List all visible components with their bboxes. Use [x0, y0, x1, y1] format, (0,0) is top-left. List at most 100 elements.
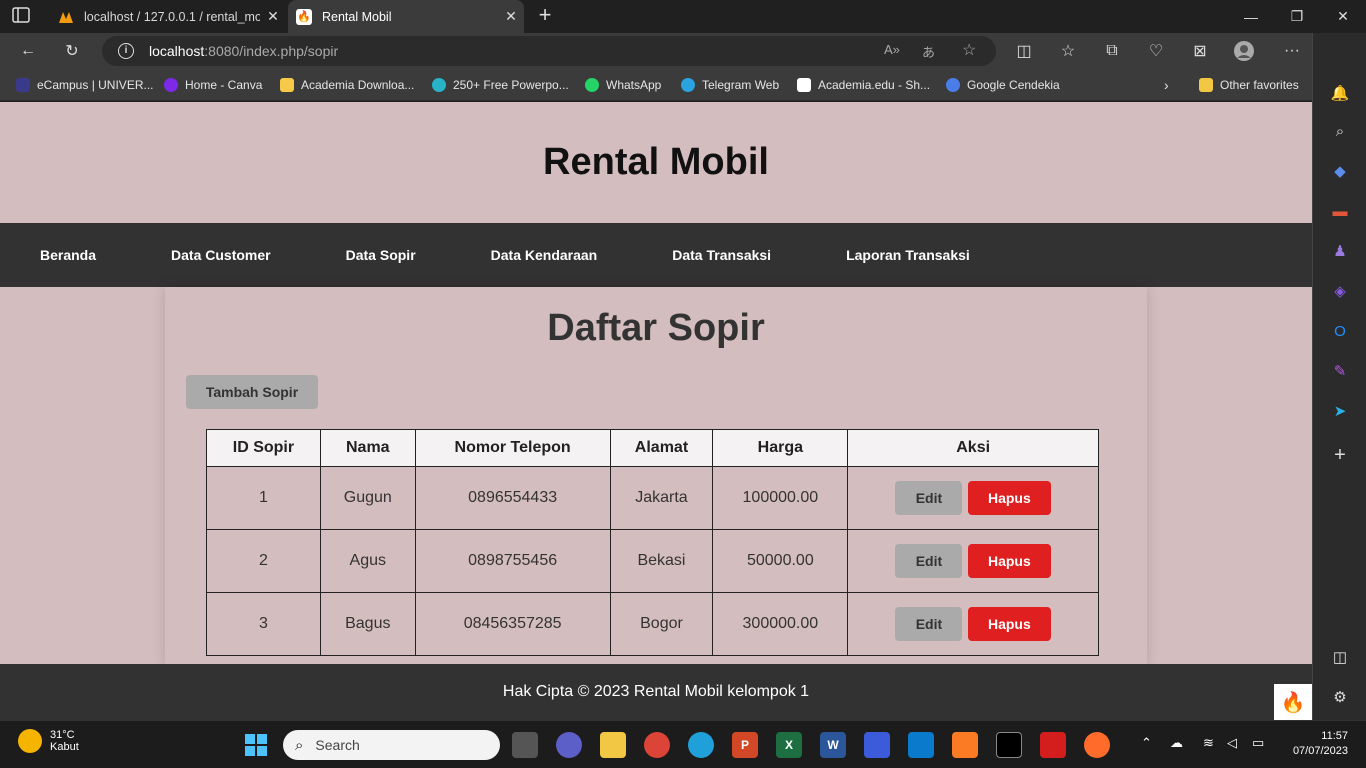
games-icon[interactable]: ♟ — [1330, 241, 1350, 261]
folder-icon — [1199, 78, 1213, 92]
nav-beranda[interactable]: Beranda — [40, 247, 96, 263]
bookmark-item[interactable]: Google Cendekia — [946, 76, 1060, 94]
outlook-icon[interactable]: O — [1330, 321, 1350, 341]
app-icon[interactable] — [864, 732, 890, 758]
academia-download-icon — [280, 78, 294, 92]
delete-button[interactable]: Hapus — [967, 607, 1051, 641]
favorite-star-icon[interactable]: ☆ — [962, 40, 976, 60]
chrome-icon[interactable] — [644, 732, 670, 758]
close-icon[interactable]: ✕ — [498, 8, 524, 25]
system-clock[interactable]: 11:57 07/07/2023 — [1286, 729, 1348, 759]
powerpoint-icon[interactable]: P — [732, 732, 758, 758]
weather-desc: Kabut — [50, 741, 79, 753]
search-icon: ⌕ — [295, 736, 304, 754]
other-favorites[interactable]: Other favorites — [1199, 76, 1299, 94]
microsoft365-icon[interactable]: ◈ — [1330, 281, 1350, 301]
whatsapp-icon — [585, 78, 599, 92]
more-options-icon[interactable]: ··· — [1282, 41, 1302, 61]
column-header: Aksi — [847, 429, 1099, 467]
academia-icon — [797, 78, 811, 92]
translate-icon[interactable]: あ — [922, 42, 935, 61]
volume-icon[interactable]: ◁ — [1227, 735, 1237, 751]
edge-icon[interactable] — [688, 732, 714, 758]
window-close-button[interactable]: ✕ — [1320, 0, 1366, 33]
tools-icon[interactable]: ▬ — [1330, 201, 1350, 221]
bookmark-item[interactable]: WhatsApp — [585, 76, 661, 94]
refresh-icon[interactable]: ↻ — [62, 41, 82, 61]
edit-button[interactable]: Edit — [895, 607, 963, 641]
nav-laporan-transaksi[interactable]: Laporan Transaksi — [846, 247, 970, 263]
bookmark-item[interactable]: Telegram Web — [681, 76, 779, 94]
canva-icon — [164, 78, 178, 92]
search-placeholder: Search — [315, 737, 360, 753]
vscode-icon[interactable] — [908, 732, 934, 758]
close-icon[interactable]: ✕ — [260, 8, 286, 25]
sidebar-toggle-icon[interactable]: ◫ — [1330, 647, 1350, 667]
column-header: Nama — [319, 429, 416, 467]
file-explorer-icon[interactable] — [600, 732, 626, 758]
battery-icon[interactable]: ▭ — [1252, 735, 1264, 751]
tab-phpmyadmin[interactable]: localhost / 127.0.0.1 / rental_mob ✕ — [50, 0, 286, 33]
edit-button[interactable]: Edit — [895, 481, 963, 515]
weather-widget[interactable]: 31°C Kabut — [18, 729, 79, 753]
url-text[interactable]: localhost:8080/index.php/sopir — [149, 43, 338, 59]
onedrive-icon[interactable]: ☁ — [1170, 735, 1183, 751]
nav-data-transaksi[interactable]: Data Transaksi — [672, 247, 771, 263]
bookmark-item[interactable]: Academia Downloa... — [280, 76, 414, 94]
xampp-icon[interactable] — [952, 732, 978, 758]
address-bar[interactable]: i localhost:8080/index.php/sopir A» あ ☆ — [102, 36, 996, 66]
acrobat-icon[interactable] — [1040, 732, 1066, 758]
excel-icon[interactable]: X — [776, 732, 802, 758]
table-row: 3 Bagus 08456357285 Bogor 300000.00 Edit… — [206, 592, 1099, 656]
chevron-right-icon[interactable]: › — [1164, 76, 1169, 94]
read-aloud-icon[interactable]: A» — [884, 42, 900, 57]
terminal-icon[interactable] — [996, 732, 1022, 758]
back-icon[interactable]: ← — [18, 41, 38, 61]
search-icon[interactable]: ⌕ — [1330, 121, 1350, 141]
bookmark-item[interactable]: Home - Canva — [164, 76, 262, 94]
add-icon[interactable]: + — [1330, 444, 1350, 466]
tab-actions-icon[interactable] — [12, 7, 34, 25]
favorites-icon[interactable]: ☆ — [1058, 41, 1078, 61]
math-solver-icon[interactable]: ⊠ — [1190, 41, 1210, 61]
delete-button[interactable]: Hapus — [967, 481, 1051, 515]
taskbar-search[interactable]: ⌕ Search — [283, 730, 500, 760]
profile-avatar-icon[interactable] — [1234, 41, 1254, 61]
minimize-button[interactable]: — — [1228, 0, 1274, 33]
windows-start-icon[interactable] — [243, 732, 269, 758]
chat-icon[interactable] — [556, 732, 582, 758]
tab-rental-mobil[interactable]: 🔥 Rental Mobil ✕ — [288, 0, 524, 33]
wifi-icon[interactable]: ≋ — [1203, 735, 1214, 751]
task-view-icon[interactable] — [512, 732, 538, 758]
page-title: Daftar Sopir — [547, 307, 765, 349]
nav-data-kendaraan[interactable]: Data Kendaraan — [491, 247, 598, 263]
nav-data-customer[interactable]: Data Customer — [171, 247, 271, 263]
settings-gear-icon[interactable]: ⚙ — [1330, 687, 1350, 707]
bookmark-item[interactable]: 250+ Free Powerpo... — [432, 76, 569, 94]
shopping-tag-icon[interactable]: ◆ — [1330, 161, 1350, 181]
edit-button[interactable]: Edit — [895, 544, 963, 578]
new-tab-button[interactable]: + — [534, 4, 556, 28]
browser-tab-bar: localhost / 127.0.0.1 / rental_mob ✕ 🔥 R… — [0, 0, 1366, 33]
designer-icon[interactable]: ✎ — [1330, 361, 1350, 381]
performance-icon[interactable]: ♡ — [1146, 41, 1166, 61]
split-screen-icon[interactable]: ◫ — [1014, 41, 1034, 61]
delete-button[interactable]: Hapus — [967, 544, 1051, 578]
chevron-up-icon[interactable]: ⌃ — [1141, 735, 1152, 751]
flame-icon[interactable]: 🔥 — [1274, 684, 1312, 720]
notification-bell-icon[interactable]: 🔔 — [1330, 83, 1350, 103]
bookmark-item[interactable]: eCampus | UNIVER... — [16, 76, 153, 94]
bookmark-item[interactable]: Academia.edu - Sh... — [797, 76, 930, 94]
restore-button[interactable]: ❐ — [1274, 0, 1320, 33]
site-info-icon[interactable]: i — [118, 43, 134, 59]
nav-data-sopir[interactable]: Data Sopir — [346, 247, 416, 263]
tab-title: localhost / 127.0.0.1 / rental_mob — [84, 9, 260, 24]
collections-icon[interactable]: ⧉ — [1102, 41, 1122, 61]
add-driver-button[interactable]: Tambah Sopir — [186, 375, 318, 409]
cell-nama: Bagus — [319, 592, 416, 656]
site-title: Rental Mobil — [543, 141, 769, 183]
edge-sidebar: 🔔 ⌕ ◆ ▬ ♟ ◈ O ✎ ➤ + ◫ ⚙ — [1312, 33, 1366, 720]
app-icon[interactable] — [1084, 732, 1110, 758]
send-icon[interactable]: ➤ — [1330, 401, 1350, 421]
word-icon[interactable]: W — [820, 732, 846, 758]
